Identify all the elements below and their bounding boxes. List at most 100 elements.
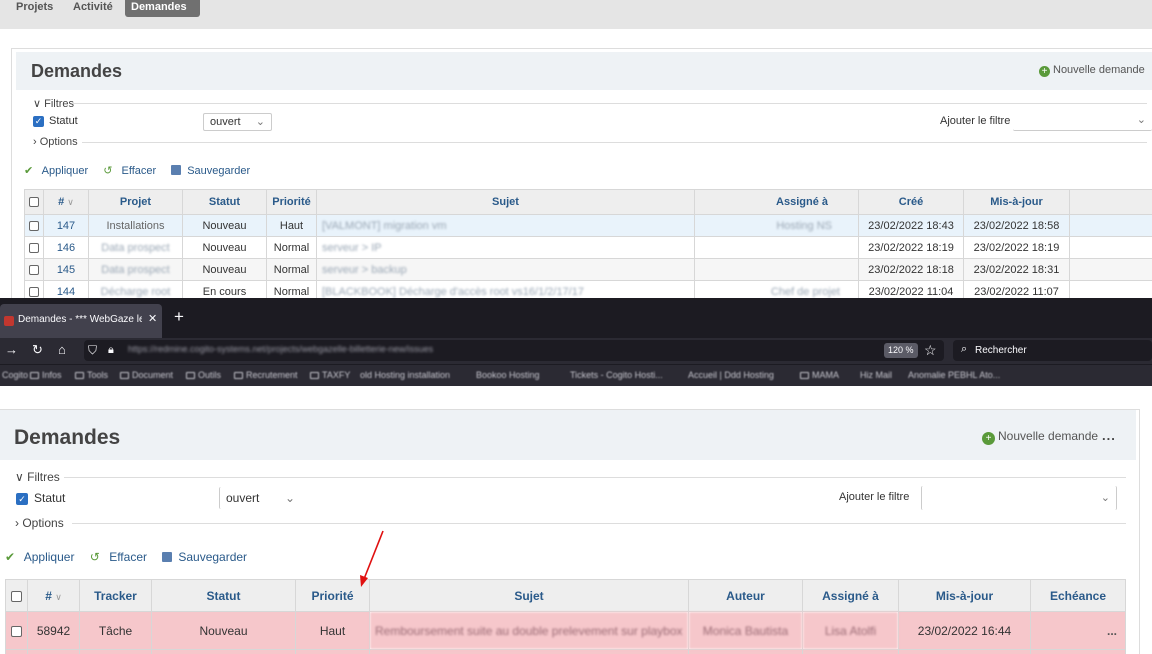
issue-assignee[interactable]: Hosting NS [694,214,859,237]
new-issue-link[interactable]: + Nouvelle demande [982,429,1098,445]
table-row[interactable]: 146 Data prospect Nouveau Normal serveur… [24,236,1152,259]
select-all-checkbox[interactable] [24,189,44,215]
options-toggle[interactable]: › Options [15,516,64,530]
bookmark-folder[interactable]: Outils [186,370,221,380]
save-button[interactable]: Sauvegarder [171,165,256,177]
select-all-checkbox[interactable] [5,579,28,612]
reload-icon[interactable]: ↻ [32,342,43,358]
close-icon[interactable]: ✕ [148,312,157,325]
more-actions-icon[interactable]: ... [1102,428,1116,443]
col-created[interactable]: Créé [858,189,964,215]
issue-author[interactable]: Monica Bautista [688,611,803,650]
col-assignee[interactable]: Assigné à [694,189,859,215]
issue-id[interactable]: 146 [43,236,89,259]
issue-id[interactable]: 58942 [27,611,80,650]
add-filter-select[interactable]: ⌄ [1013,111,1152,131]
filters-toggle[interactable]: ∨ Filtres [33,97,74,110]
bookmark-item[interactable]: Accueil | Ddd Hosting [688,370,774,380]
nav-tab-projets[interactable]: Projets [10,0,59,17]
browser-tab[interactable]: Demandes - *** WebGaze le Bi ✕ [0,304,162,338]
issue-assignee[interactable]: Lisa Atolfi [802,611,899,650]
col-status[interactable]: Statut [182,189,267,215]
issue-project[interactable]: Décharge root [88,280,183,298]
bookmark-item[interactable]: Hiz Mail [860,370,892,380]
status-select[interactable]: ouvert ⌄ [203,113,272,131]
table-header: # ∨ Tracker Statut Priorité Sujet Auteur… [5,579,1126,612]
issue-id[interactable]: 144 [43,280,89,298]
home-icon[interactable]: ⌂ [58,342,66,358]
col-subject[interactable]: Sujet [316,189,695,215]
col-author[interactable]: Auteur [688,579,803,612]
url-bar[interactable]: ⛉ 🔒︎ https://redmine.cogito-systems.net/… [84,340,944,361]
search-box[interactable]: ⌕ Rechercher [953,340,1152,361]
status-select[interactable]: ouvert ⌄ [219,487,301,509]
forward-icon[interactable]: → [5,342,18,358]
issue-subject[interactable]: [VALMONT] migration vm [316,214,695,237]
col-project[interactable]: Projet [88,189,183,215]
nav-tab-demandes[interactable]: Demandes [125,0,200,17]
issue-id[interactable]: 145 [43,258,89,281]
clear-button[interactable]: ↺ Effacer [103,165,162,177]
table-row[interactable]: 145 Data prospect Nouveau Normal serveur… [24,258,1152,281]
table-row[interactable]: 58942 Tâche Nouveau Haut Remboursement s… [5,611,1126,650]
bookmark-item[interactable]: Cogito [2,370,28,380]
bookmark-folder[interactable]: TAXFY [310,370,350,380]
bookmark-item[interactable]: Anomalie PEBHL Ato... [908,370,1000,380]
issue-assignee[interactable] [694,236,859,259]
col-tracker[interactable]: Tracker [79,579,152,612]
chevron-down-icon: ⌄ [1136,114,1146,126]
table-row[interactable]: 144 Décharge root En cours Normal [BLACK… [24,280,1152,298]
col-subject[interactable]: Sujet [369,579,689,612]
issue-subject[interactable]: [BLACKBOOK] Décharge d'accès root vs16/1… [316,280,695,298]
nav-tab-activite[interactable]: Activité [67,0,119,17]
new-tab-button[interactable]: + [174,308,184,325]
zoom-indicator[interactable]: 120 % [884,343,918,358]
bookmark-folder[interactable]: Tools [75,370,108,380]
issue-subject[interactable]: serveur > backup [316,258,695,281]
bookmark-star-icon[interactable]: ☆ [924,342,937,359]
row-checkbox[interactable] [29,220,39,231]
col-id[interactable]: # ∨ [43,189,89,215]
bookmark-folder[interactable]: Recrutement [234,370,298,380]
col-status[interactable]: Statut [151,579,296,612]
page-title: Demandes [14,426,121,449]
row-checkbox[interactable] [29,242,39,253]
options-toggle[interactable]: › Options [33,136,78,148]
bookmark-item[interactable]: Tickets - Cogito Hosti... [570,370,663,380]
col-due-date[interactable]: Echéance [1030,579,1126,612]
col-updated[interactable]: Mis-à-jour [963,189,1070,215]
issue-project[interactable]: Data prospect [88,236,183,259]
bookmark-item[interactable]: Bookoo Hosting [476,370,540,380]
save-button[interactable]: Sauvegarder [162,550,253,564]
col-priority[interactable]: Priorité [266,189,317,215]
row-checkbox[interactable] [11,625,22,637]
table-row[interactable]: 147 Installations Nouveau Haut [VALMONT]… [24,214,1152,237]
issue-subject[interactable]: Remboursement suite au double prelevemen… [369,611,689,650]
filters-toggle[interactable]: ∨ Filtres [15,470,60,484]
eraser-icon: ↺ [89,550,100,564]
issue-assignee[interactable] [694,258,859,281]
col-id[interactable]: # ∨ [27,579,80,612]
col-id-label: # [45,588,52,603]
issue-project[interactable]: Installations [88,214,183,237]
issue-subject[interactable]: serveur > IP [316,236,695,259]
status-filter-checkbox[interactable]: ✓ [33,116,44,127]
issue-project[interactable]: Data prospect [88,258,183,281]
col-assignee[interactable]: Assigné à [802,579,899,612]
apply-button[interactable]: ✔ Appliquer [5,550,80,564]
row-checkbox[interactable] [29,286,39,297]
bookmark-folder[interactable]: Document [120,370,173,380]
status-filter-checkbox[interactable]: ✓ [16,493,28,505]
apply-button[interactable]: ✔ Appliquer [24,165,94,177]
issue-id[interactable]: 147 [43,214,89,237]
bookmark-folder[interactable]: Infos [30,370,62,380]
bookmark-folder[interactable]: MAMA [800,370,839,380]
row-checkbox[interactable] [29,264,39,275]
row-more-icon[interactable]: ... [1107,624,1117,638]
add-filter-select[interactable]: ⌄ [921,486,1117,510]
col-updated[interactable]: Mis-à-jour [898,579,1031,612]
bookmark-item[interactable]: old Hosting installation [360,370,450,380]
clear-button[interactable]: ↺ Effacer [90,550,153,564]
issue-assignee[interactable]: Chef de projet [694,280,859,298]
new-issue-link[interactable]: + Nouvelle demande [1039,64,1145,77]
